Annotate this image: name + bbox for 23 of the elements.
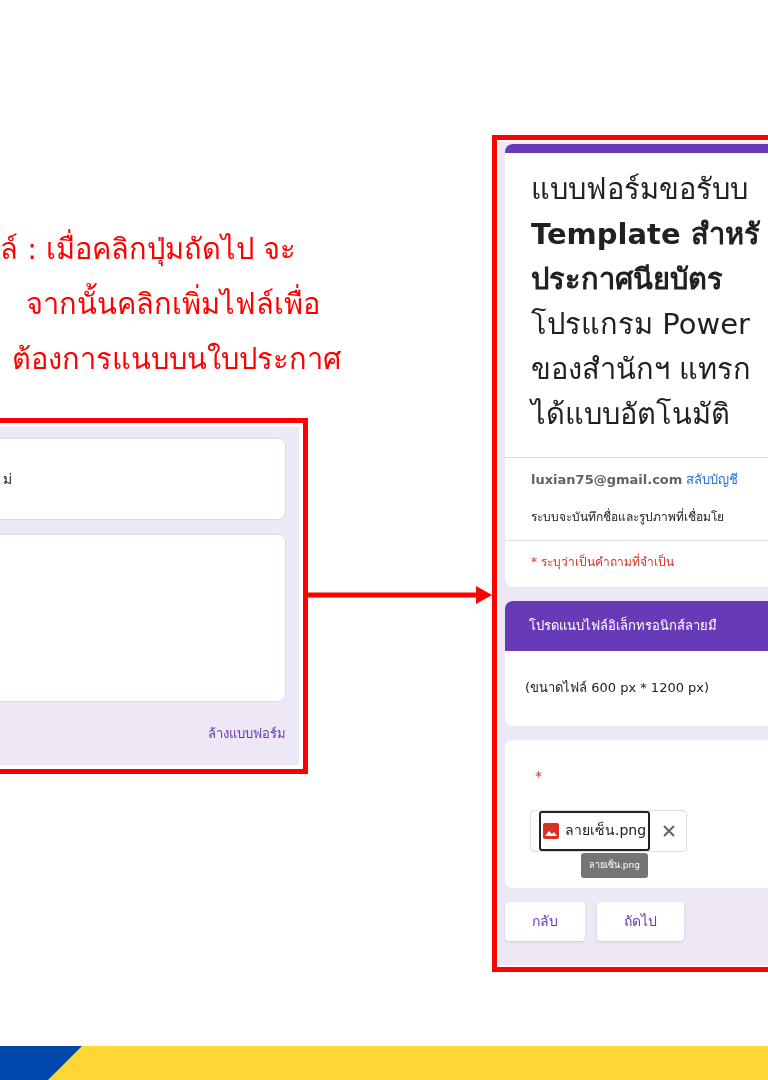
- clear-form-link[interactable]: ล้างแบบฟอร์ม: [208, 724, 286, 744]
- nav-button[interactable]: กลับ: [505, 901, 585, 941]
- form-title: Template สำหรั: [531, 216, 759, 253]
- section-description: (ขนาดไฟล์ 600 px * 1200 px): [525, 679, 710, 698]
- form-title: แบบฟอร์มขอรับบ: [531, 171, 749, 208]
- card-text: ม่: [3, 469, 12, 489]
- instruction-text: ล์ : เมื่อคลิกปุ่มถัดไป จะ: [0, 222, 297, 277]
- notice-text: ระบบจะบันทึกชื่อและรูปภาพที่เชื่อมโย: [530, 507, 725, 527]
- nav-button[interactable]: ถัดไป: [597, 901, 684, 941]
- section-title: โปรดแนบไฟล์อิเล็กทรอนิกส์ลายมื: [505, 600, 768, 651]
- required-note: * ระบุว่าเป็นคำถามที่จำเป็น: [530, 552, 675, 572]
- instruction-text: จากนั้นคลิกเพิ่มไฟล์เพื่อ: [26, 277, 320, 332]
- account-email: luxian75@gmail.com: [531, 471, 683, 489]
- instruction-text: ต้องการแนบบนใบประกาศ: [12, 341, 341, 378]
- tooltip: ลายเซ็น.png: [581, 852, 648, 878]
- form-title: ประกาศนียบัตร: [531, 261, 724, 298]
- form-title: โปรแกรม Power: [531, 306, 751, 343]
- file-name-button[interactable]: ลายเซ็น.png: [539, 810, 651, 851]
- image-icon: [543, 822, 559, 839]
- form-title: ของสำนักฯ แทรก: [531, 351, 753, 388]
- form-title: ได้แบบอัตโนมัติ: [531, 396, 731, 433]
- required-mark: *: [535, 766, 542, 786]
- switch-account-link[interactable]: สลับบัญชี: [686, 470, 739, 490]
